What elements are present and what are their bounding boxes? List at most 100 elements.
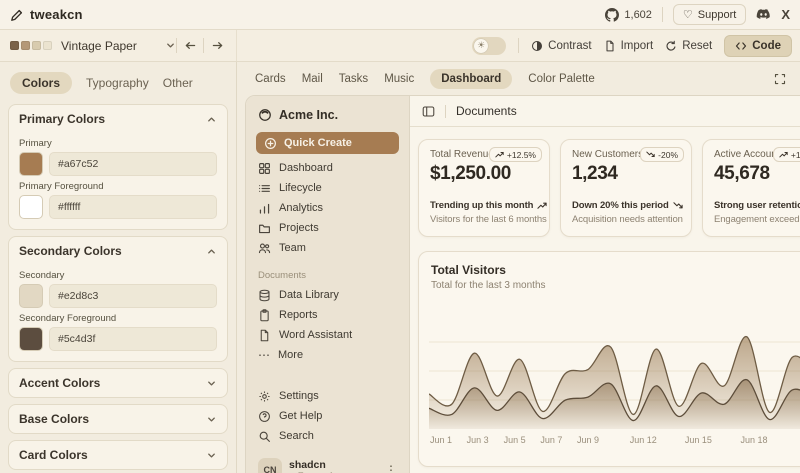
section-header[interactable]: Primary Colors xyxy=(9,105,227,133)
color-swatch[interactable] xyxy=(19,152,43,176)
color-value-input[interactable]: #5c4d3f xyxy=(49,327,217,351)
top-bar: tweakcn 1,602 ♡ Support X xyxy=(0,0,800,30)
sidebar-item-more[interactable]: ⋯ More xyxy=(246,345,409,365)
color-swatch[interactable] xyxy=(19,195,43,219)
sidebar-item-lifecycle[interactable]: Lifecycle xyxy=(246,178,409,198)
stat-footnote: Trending up this month xyxy=(430,200,533,211)
chevron-up-icon xyxy=(206,246,217,257)
trend-badge: +12.5% xyxy=(773,147,800,162)
trending-up-icon xyxy=(779,150,788,159)
x-tick: Jun 1 xyxy=(430,435,452,445)
tab-other[interactable]: Other xyxy=(163,76,193,90)
color-field-secondary[interactable]: #e2d8c3 xyxy=(19,284,217,308)
code-button[interactable]: Code xyxy=(724,35,792,57)
theme-mode-toggle[interactable]: ☀ xyxy=(472,37,506,55)
color-swatch[interactable] xyxy=(19,284,43,308)
section-header[interactable]: Base Colors xyxy=(9,405,227,433)
sidebar-item-team[interactable]: Team xyxy=(246,238,409,258)
x-tick: Jun 15 xyxy=(685,435,712,445)
reset-button[interactable]: Reset xyxy=(665,40,712,52)
bar-chart-icon xyxy=(258,202,271,215)
preview-tab-mail[interactable]: Mail xyxy=(302,73,323,85)
preview-tab-music[interactable]: Music xyxy=(384,73,414,85)
github-stars[interactable]: 1,602 xyxy=(605,8,652,22)
stat-subtext: Engagement exceed targets xyxy=(714,214,800,225)
color-field-primary[interactable]: #a67c52 xyxy=(19,152,217,176)
support-button[interactable]: ♡ Support xyxy=(673,4,746,25)
stat-card-active-accounts: Active Accounts +12.5% 45,678 Strong use… xyxy=(702,139,800,237)
chart-title: Total Visitors xyxy=(429,263,800,277)
divider xyxy=(445,105,446,118)
color-field-secondary-foreground[interactable]: #5c4d3f xyxy=(19,327,217,351)
refresh-icon xyxy=(665,40,677,52)
section-base-colors: Base Colors xyxy=(8,404,228,434)
search-icon xyxy=(258,430,271,443)
org-switcher[interactable]: Acme Inc. xyxy=(246,102,409,130)
folder-icon xyxy=(258,222,271,235)
tweakcn-app: tweakcn 1,602 ♡ Support X xyxy=(0,0,800,473)
trending-down-icon xyxy=(646,150,655,159)
github-star-count: 1,602 xyxy=(624,9,652,21)
sidebar-item-dashboard[interactable]: Dashboard xyxy=(246,158,409,178)
color-swatch[interactable] xyxy=(19,327,43,351)
section-card-colors: Card Colors xyxy=(8,440,228,470)
code-icon xyxy=(735,40,747,52)
x-tick: Jun 5 xyxy=(504,435,526,445)
section-header[interactable]: Card Colors xyxy=(9,441,227,469)
redo-button[interactable] xyxy=(204,35,230,57)
stat-footnote: Down 20% this period xyxy=(572,200,669,211)
theme-preset-selector[interactable]: Vintage Paper xyxy=(10,39,176,53)
preview-tab-cards[interactable]: Cards xyxy=(255,73,286,85)
avatar: CN xyxy=(258,458,282,473)
undo-button[interactable] xyxy=(177,35,203,57)
dashboard-preview: Acme Inc. Quick Create Dashboard Lifecyc… xyxy=(245,95,800,473)
chevron-down-icon xyxy=(165,40,176,51)
chart-subtitle: Total for the last 3 months xyxy=(429,280,800,291)
dots-vertical-icon[interactable]: ⋮ xyxy=(385,463,397,473)
preview-tab-dashboard[interactable]: Dashboard xyxy=(430,69,512,89)
x-twitter-icon[interactable]: X xyxy=(781,7,790,22)
fullscreen-icon[interactable] xyxy=(774,73,786,85)
sidebar-item-settings[interactable]: Settings xyxy=(246,386,409,406)
preview-tab-color-palette[interactable]: Color Palette xyxy=(528,73,594,85)
preset-swatch-4 xyxy=(43,41,52,50)
x-tick: Jun 12 xyxy=(630,435,657,445)
preset-swatches xyxy=(10,41,52,50)
tweakcn-logo-icon xyxy=(10,8,24,22)
sidebar-item-data-library[interactable]: Data Library xyxy=(246,285,409,305)
sidebar-item-reports[interactable]: Reports xyxy=(246,305,409,325)
color-value-input[interactable]: #ffffff xyxy=(49,195,217,219)
trend-badge: -20% xyxy=(640,147,684,162)
section-secondary-colors: Secondary Colors Secondary #e2d8c3 Secon… xyxy=(8,236,228,362)
file-icon xyxy=(604,40,616,52)
color-value-input[interactable]: #a67c52 xyxy=(49,152,217,176)
help-circle-icon xyxy=(258,410,271,423)
sidebar-item-word-assistant[interactable]: Word Assistant xyxy=(246,325,409,345)
field-label: Primary xyxy=(19,138,217,149)
discord-icon[interactable] xyxy=(756,9,771,21)
sidebar-item-search[interactable]: Search xyxy=(246,426,409,446)
sidebar-item-get-help[interactable]: Get Help xyxy=(246,406,409,426)
import-button[interactable]: Import xyxy=(604,40,654,52)
github-icon xyxy=(605,8,619,22)
color-value-input[interactable]: #e2d8c3 xyxy=(49,284,217,308)
dashboard-main: Documents Total Revenue +12.5% $1,250.00… xyxy=(410,96,800,473)
stat-card-total-revenue: Total Revenue +12.5% $1,250.00 Trending … xyxy=(418,139,550,237)
sidebar-item-projects[interactable]: Projects xyxy=(246,218,409,238)
section-header[interactable]: Secondary Colors xyxy=(9,237,227,265)
quick-create-button[interactable]: Quick Create xyxy=(256,132,399,154)
tab-colors[interactable]: Colors xyxy=(10,72,72,94)
user-menu[interactable]: CN shadcn m@example.com ⋮ xyxy=(254,454,401,473)
visitors-area-chart[interactable] xyxy=(429,313,800,429)
contrast-button[interactable]: Contrast xyxy=(531,40,591,52)
sidebar-item-analytics[interactable]: Analytics xyxy=(246,198,409,218)
trending-up-icon xyxy=(537,201,547,210)
color-field-primary-foreground[interactable]: #ffffff xyxy=(19,195,217,219)
sidebar-toggle-icon[interactable] xyxy=(422,105,435,118)
brand[interactable]: tweakcn xyxy=(10,7,83,22)
preview-tab-tasks[interactable]: Tasks xyxy=(339,73,368,85)
section-header[interactable]: Accent Colors xyxy=(9,369,227,397)
editor-tabs: Colors Typography Other xyxy=(10,72,228,94)
chart-svg xyxy=(429,313,800,429)
tab-typography[interactable]: Typography xyxy=(86,76,149,90)
